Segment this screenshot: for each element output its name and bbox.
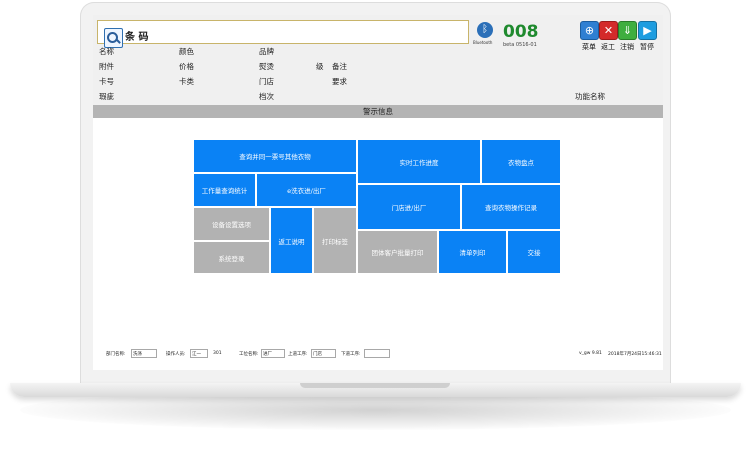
field-requirement-label: 要求 bbox=[332, 77, 347, 86]
alert-title: 警示信息 bbox=[363, 107, 393, 116]
field-brand-label: 品牌 bbox=[259, 47, 274, 56]
field-grade-level-label: 档次 bbox=[259, 92, 274, 101]
prev-step-field[interactable]: 门店 bbox=[311, 349, 336, 358]
tile-system-login[interactable]: 系统登录 bbox=[193, 241, 270, 274]
tile-group-batch-print[interactable]: 团体客户批量打印 bbox=[357, 230, 438, 274]
tile-query-operation-log[interactable]: 查询衣物操作记录 bbox=[461, 184, 561, 230]
tile-ewash-inout[interactable]: e洗衣进/出厂 bbox=[256, 173, 357, 207]
bluetooth-label: Bluetooth bbox=[473, 40, 493, 45]
scan-counter: 008 bbox=[503, 22, 539, 42]
bluetooth-icon[interactable]: ᛒ bbox=[477, 22, 493, 38]
logout-button[interactable]: ⇓ bbox=[618, 21, 637, 40]
search-icon[interactable] bbox=[104, 28, 123, 48]
tile-query-same-bag[interactable]: 查询并同一票号其他衣物 bbox=[193, 139, 357, 173]
app-screen: 条 码 ᛒ Bluetooth 008 beta 0516-01 ⊕ 菜单 ✕ … bbox=[93, 15, 663, 370]
field-accessory-label: 附件 bbox=[99, 62, 114, 71]
status-footer: 部门名称: 洗涤 操作人员: 江一 301 工位名称: 进厂 上道工序: 门店 … bbox=[93, 348, 663, 362]
station-field[interactable]: 进厂 bbox=[261, 349, 285, 358]
field-defect-label: 瑕疵 bbox=[99, 92, 114, 101]
field-grade-label: 级 bbox=[316, 62, 324, 71]
play-icon: ▶ bbox=[643, 24, 652, 37]
dept-field[interactable]: 洗涤 bbox=[131, 349, 157, 358]
tile-realtime-progress[interactable]: 实时工作进度 bbox=[357, 139, 481, 184]
field-card-no-label: 卡号 bbox=[99, 77, 114, 86]
operator-field[interactable]: 江一 bbox=[190, 349, 208, 358]
prev-step-label: 上道工序: bbox=[288, 352, 308, 357]
alert-bar: 警示信息 bbox=[93, 105, 663, 118]
field-color-label: 颜色 bbox=[179, 47, 194, 56]
field-name-label: 名称 bbox=[99, 47, 114, 56]
tile-workload-stats[interactable]: 工作量查询统计 bbox=[193, 173, 256, 207]
return-button[interactable]: ✕ bbox=[599, 21, 618, 40]
laptop-base-notch bbox=[300, 383, 450, 388]
field-ironing-label: 熨烫 bbox=[259, 62, 274, 71]
close-icon: ✕ bbox=[603, 24, 614, 37]
tile-handover[interactable]: 交接 bbox=[507, 230, 561, 274]
menu-button[interactable]: ⊕ bbox=[580, 21, 599, 40]
datetime: 2018年7月24日15:46:31 bbox=[608, 352, 662, 357]
tile-device-settings[interactable]: 设备设置选项 bbox=[193, 207, 270, 241]
field-store-label: 门店 bbox=[259, 77, 274, 86]
field-card-type-label: 卡类 bbox=[179, 77, 194, 86]
operator-label: 操作人员: bbox=[166, 352, 186, 357]
dept-label: 部门名称: bbox=[106, 352, 126, 357]
tile-list-print[interactable]: 清单列印 bbox=[438, 230, 507, 274]
tile-print-label[interactable]: 打印标签 bbox=[313, 207, 357, 274]
next-step-field[interactable] bbox=[364, 349, 390, 358]
next-step-label: 下道工序: bbox=[341, 352, 361, 357]
function-name-label: 功能名称 bbox=[575, 92, 605, 101]
tile-inventory[interactable]: 衣物盘点 bbox=[481, 139, 561, 184]
pause-label: 暂停 bbox=[640, 43, 654, 51]
field-price-label: 价格 bbox=[179, 62, 194, 71]
pause-button[interactable]: ▶ bbox=[638, 21, 657, 40]
globe-icon: ⊕ bbox=[584, 24, 595, 37]
tile-store-inout[interactable]: 门店进/出厂 bbox=[357, 184, 461, 230]
tile-return-instructions[interactable]: 返工说明 bbox=[270, 207, 313, 274]
operator-id: 301 bbox=[213, 351, 222, 356]
download-icon: ⇓ bbox=[622, 24, 633, 37]
barcode-label: 条 码 bbox=[125, 32, 149, 43]
app-version: v_gw 9.81 bbox=[579, 351, 602, 356]
field-remark-label: 备注 bbox=[332, 62, 347, 71]
version-label: beta 0516-01 bbox=[503, 42, 537, 48]
barcode-input[interactable]: 条 码 bbox=[97, 20, 469, 48]
header-panel: 条 码 ᛒ Bluetooth 008 beta 0516-01 ⊕ 菜单 ✕ … bbox=[93, 15, 663, 105]
station-label: 工位名称: bbox=[239, 352, 259, 357]
